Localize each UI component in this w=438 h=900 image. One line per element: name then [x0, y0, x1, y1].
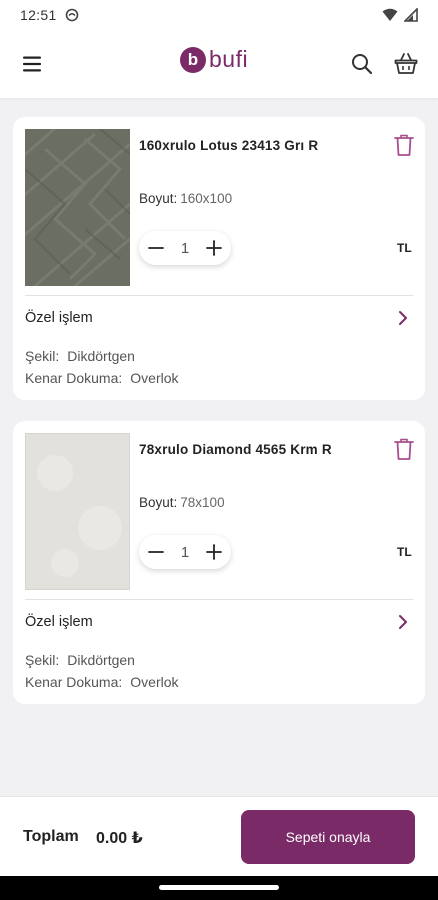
- status-icons: [382, 8, 418, 22]
- size-info: Boyut: 160x100: [139, 191, 232, 206]
- shape-value: Dikdörtgen: [67, 348, 135, 364]
- quantity-stepper: 1: [139, 231, 231, 265]
- size-value: 160x100: [180, 191, 233, 206]
- logo-wordmark: bufi: [209, 46, 249, 72]
- search-icon[interactable]: [350, 52, 374, 76]
- total-value: 0.00 ₺: [96, 830, 143, 847]
- checkout-bar: Toplam 0.00 ₺ Sepeti onayla: [0, 796, 438, 876]
- edge-attribute: Kenar Dokuma: Overlok: [25, 674, 179, 690]
- shape-label: Şekil:: [25, 652, 60, 668]
- status-bar: 12:51: [0, 0, 438, 30]
- plus-icon[interactable]: [205, 543, 223, 561]
- chevron-right-icon[interactable]: [395, 613, 411, 631]
- shape-label: Şekil:: [25, 348, 60, 364]
- price-currency: TL: [397, 241, 412, 255]
- size-value: 78x100: [180, 495, 225, 510]
- special-process-link[interactable]: Özel işlem: [25, 310, 93, 326]
- trash-icon[interactable]: [393, 133, 415, 157]
- plus-icon[interactable]: [205, 239, 223, 257]
- quantity-value: 1: [180, 543, 190, 561]
- logo-mark: b: [180, 46, 206, 73]
- divider: [25, 599, 413, 600]
- size-info: Boyut: 78x100: [139, 495, 225, 510]
- size-label: Boyut:: [139, 495, 178, 510]
- menu-icon[interactable]: [20, 52, 44, 76]
- edge-value: Overlok: [130, 370, 179, 386]
- edge-label: Kenar Dokuma:: [25, 674, 123, 690]
- basket-icon[interactable]: [393, 51, 419, 77]
- trash-icon[interactable]: [393, 437, 415, 461]
- shape-attribute: Şekil: Dikdörtgen: [25, 652, 135, 668]
- special-process-link[interactable]: Özel işlem: [25, 614, 93, 630]
- sync-icon: [65, 8, 78, 22]
- home-indicator[interactable]: [159, 885, 279, 890]
- quantity-value: 1: [180, 239, 190, 257]
- minus-icon[interactable]: [147, 543, 165, 561]
- shape-attribute: Şekil: Dikdörtgen: [25, 348, 135, 364]
- edge-attribute: Kenar Dokuma: Overlok: [25, 370, 179, 386]
- app-header: b bufi: [0, 30, 438, 98]
- edge-label: Kenar Dokuma:: [25, 370, 123, 386]
- system-nav-bar: [0, 876, 438, 900]
- wifi-icon: [382, 8, 398, 21]
- divider: [25, 295, 413, 296]
- price-currency: TL: [397, 545, 412, 559]
- minus-icon[interactable]: [147, 239, 165, 257]
- signal-icon: [404, 8, 418, 22]
- size-label: Boyut:: [139, 191, 178, 206]
- brand-logo[interactable]: b bufi: [180, 46, 248, 73]
- status-time: 12:51: [20, 7, 57, 23]
- confirm-cart-button[interactable]: Sepeti onayla: [241, 810, 415, 864]
- edge-value: Overlok: [130, 674, 179, 690]
- product-title[interactable]: 160xrulo Lotus 23413 Grı R: [139, 138, 369, 153]
- quantity-stepper: 1: [139, 535, 231, 569]
- total-label: Toplam: [23, 828, 79, 845]
- product-image[interactable]: [25, 433, 130, 590]
- shape-value: Dikdörtgen: [67, 652, 135, 668]
- product-image[interactable]: [25, 129, 130, 286]
- cart-item-card: 160xrulo Lotus 23413 Grı R Boyut: 160x100…: [13, 117, 425, 400]
- product-title[interactable]: 78xrulo Diamond 4565 Krm R: [139, 442, 369, 457]
- cart-item-card: 78xrulo Diamond 4565 Krm R Boyut: 78x100 …: [13, 421, 425, 704]
- chevron-right-icon[interactable]: [395, 309, 411, 327]
